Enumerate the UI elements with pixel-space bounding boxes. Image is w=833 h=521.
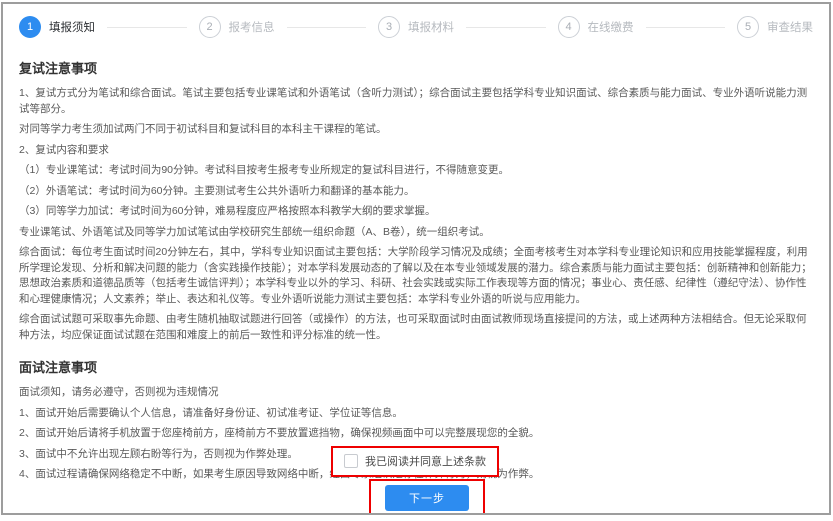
step-connector: [466, 27, 546, 28]
notice-paragraph: （3）同等学力加试：考试时间为60分钟，难易程度应严格按照本科教学大纲的要求掌握…: [19, 204, 813, 220]
step-upload-materials: 3 填报材料: [378, 16, 558, 38]
notice-paragraph: （1）专业课笔试：考试时间为90分钟。考试科目按考生报考专业所规定的复试科目进行…: [19, 163, 813, 179]
step-online-payment: 4 在线缴费: [558, 16, 738, 38]
step-connector: [287, 27, 367, 28]
notice-paragraph: 1、面试开始后需要确认个人信息，请准备好身份证、初试准考证、学位证等信息。: [19, 406, 813, 422]
notice-content: 复试注意事项 1、复试方式分为笔试和综合面试。笔试主要包括专业课笔试和外语笔试（…: [3, 38, 829, 483]
section-heading-retest-notice: 复试注意事项: [19, 58, 813, 77]
agree-checkbox[interactable]: [344, 454, 358, 468]
step-number-badge: 4: [558, 16, 580, 38]
step-indicator: 1 填报须知 2 报考信息 3 填报材料 4 在线缴费 5 审查结果: [3, 4, 829, 38]
step-application-info: 2 报考信息: [199, 16, 379, 38]
next-annotation-box: 下一步: [369, 479, 485, 515]
step-number-badge: 5: [737, 16, 759, 38]
step-label: 在线缴费: [588, 19, 634, 35]
step-number-badge: 1: [19, 16, 41, 38]
notice-paragraph: （2）外语笔试：考试时间为60分钟。主要测试考生公共外语听力和翻译的基本能力。: [19, 184, 813, 200]
notice-paragraph: 2、复试内容和要求: [19, 143, 813, 159]
step-label: 报考信息: [229, 19, 275, 35]
step-label: 填报须知: [49, 19, 95, 35]
step-label: 审查结果: [767, 19, 813, 35]
notice-paragraph: 面试须知，请务必遵守，否则视为违规情况: [19, 385, 813, 401]
step-connector: [646, 27, 726, 28]
wizard-page: 1 填报须知 2 报考信息 3 填报材料 4 在线缴费 5 审查结果 复试注意事…: [1, 2, 831, 515]
step-connector: [107, 27, 187, 28]
step-label: 填报材料: [408, 19, 454, 35]
notice-paragraph: 专业课笔试、外语笔试及同等学力加试笔试由学校研究生部统一组织命题（A、B卷），统…: [19, 225, 813, 241]
section-heading-interview-notice: 面试注意事项: [19, 357, 813, 376]
agreement-annotation-box: 我已阅读并同意上述条款: [331, 446, 499, 477]
step-review-result: 5 审查结果: [737, 16, 813, 38]
agree-checkbox-label[interactable]: 我已阅读并同意上述条款: [365, 453, 486, 469]
next-step-button[interactable]: 下一步: [385, 485, 469, 511]
step-fill-notice: 1 填报须知: [19, 16, 199, 38]
notice-paragraph: 1、复试方式分为笔试和综合面试。笔试主要包括专业课笔试和外语笔试（含听力测试）；…: [19, 86, 813, 117]
notice-paragraph: 综合面试：每位考生面试时间20分钟左右，其中，学科专业知识面试主要包括：大学阶段…: [19, 245, 813, 307]
step-number-badge: 3: [378, 16, 400, 38]
step-number-badge: 2: [199, 16, 221, 38]
notice-paragraph: 对同等学力考生须加试两门不同于初试科目和复试科目的本科主干课程的笔试。: [19, 122, 813, 138]
notice-paragraph: 2、面试开始后请将手机放置于您座椅前方，座椅前方不要放置遮挡物，确保视频画面中可…: [19, 426, 813, 442]
notice-paragraph: 综合面试试题可采取事先命题、由考生随机抽取试题进行回答（或操作）的方法，也可采取…: [19, 312, 813, 343]
